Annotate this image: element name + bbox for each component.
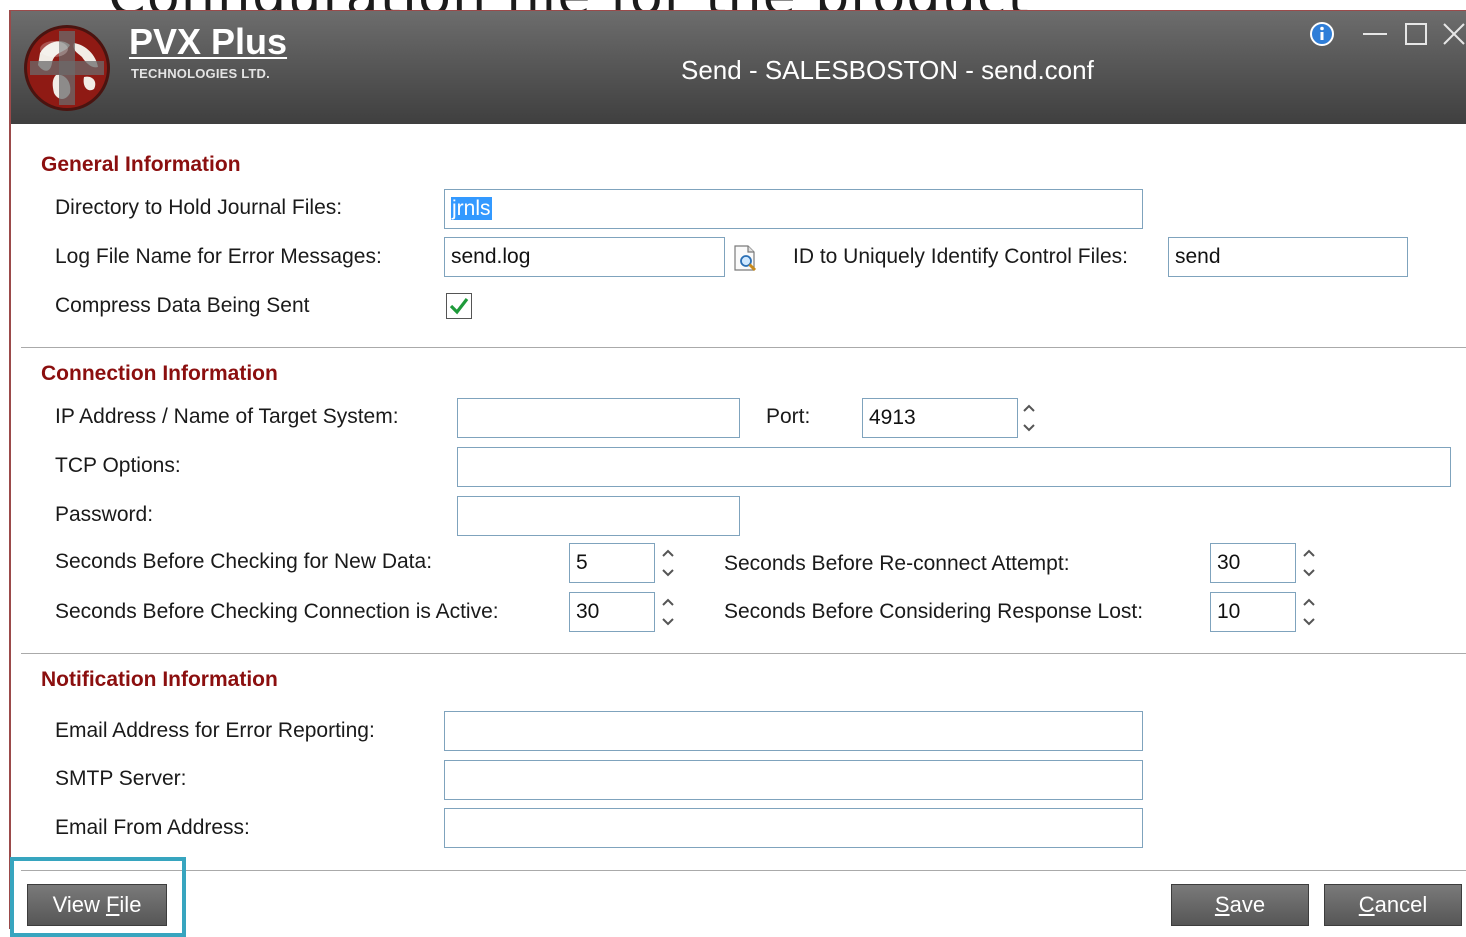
smtp-label: SMTP Server: <box>55 767 187 790</box>
window-title: Send - SALESBOSTON - send.conf <box>681 55 1094 85</box>
close-icon[interactable] <box>1441 21 1466 47</box>
compress-label: Compress Data Being Sent <box>55 294 310 317</box>
port-spin-down-icon[interactable] <box>1018 418 1040 438</box>
new-data-spin-down-icon[interactable] <box>657 563 679 583</box>
response-lost-input[interactable] <box>1210 592 1296 632</box>
active-spinner[interactable] <box>657 592 679 632</box>
connection-section-title: Connection Information <box>41 362 278 385</box>
reconnect-label: Seconds Before Re-connect Attempt: <box>724 552 1070 575</box>
port-label: Port: <box>766 405 811 428</box>
ip-input[interactable] <box>457 398 740 438</box>
ip-label: IP Address / Name of Target System: <box>55 405 399 428</box>
smtp-input[interactable] <box>444 760 1143 800</box>
new-data-spinner[interactable] <box>657 543 679 583</box>
new-data-label: Seconds Before Checking for New Data: <box>55 550 433 573</box>
divider-notification <box>21 870 1466 871</box>
reconnect-spin-down-icon[interactable] <box>1298 563 1320 583</box>
response-lost-spin-up-icon[interactable] <box>1298 592 1320 612</box>
log-file-label: Log File Name for Error Messages: <box>55 245 382 268</box>
port-input[interactable] <box>862 398 1018 438</box>
from-input[interactable] <box>444 808 1143 848</box>
response-lost-spin-down-icon[interactable] <box>1298 612 1320 632</box>
reconnect-spinner[interactable] <box>1298 543 1320 583</box>
journal-dir-label: Directory to Hold Journal Files: <box>55 196 343 219</box>
from-label: Email From Address: <box>55 816 250 839</box>
divider-general <box>21 347 1466 348</box>
email-input[interactable] <box>444 711 1143 751</box>
title-bar: PVX Plus TECHNOLOGIES LTD. Send - SALESB… <box>11 11 1466 124</box>
port-spinner[interactable] <box>1018 398 1040 438</box>
journal-dir-value: jrnls <box>451 197 492 220</box>
tcp-input[interactable] <box>457 447 1451 487</box>
notification-section-title: Notification Information <box>41 668 278 691</box>
active-label: Seconds Before Checking Connection is Ac… <box>55 600 499 623</box>
journal-dir-input[interactable]: jrnls <box>444 189 1143 229</box>
password-input[interactable] <box>457 496 740 536</box>
email-label: Email Address for Error Reporting: <box>55 719 375 742</box>
check-mark-icon <box>449 298 469 315</box>
highlight-box <box>10 857 186 937</box>
browse-file-icon[interactable] <box>730 243 760 273</box>
info-icon[interactable] <box>1309 21 1335 47</box>
active-input[interactable] <box>569 592 655 632</box>
divider-connection <box>21 653 1466 654</box>
cancel-label-post: ancel <box>1374 892 1428 917</box>
reconnect-input[interactable] <box>1210 543 1296 583</box>
general-section-title: General Information <box>41 153 241 176</box>
logo-name: PVX Plus <box>129 21 288 62</box>
save-button[interactable]: Save <box>1171 884 1309 926</box>
control-id-input[interactable] <box>1168 237 1408 277</box>
cancel-label-key: C <box>1358 892 1375 917</box>
response-lost-spinner[interactable] <box>1298 592 1320 632</box>
maximize-icon[interactable] <box>1403 21 1429 47</box>
new-data-input[interactable] <box>569 543 655 583</box>
port-spin-up-icon[interactable] <box>1018 398 1040 418</box>
logo-subtitle: TECHNOLOGIES LTD. <box>131 66 270 81</box>
new-data-spin-up-icon[interactable] <box>657 543 679 563</box>
pvx-globe-logo-icon <box>24 25 110 111</box>
tcp-label: TCP Options: <box>55 454 181 477</box>
save-label-post: ave <box>1229 892 1266 917</box>
minimize-icon[interactable] <box>1361 21 1389 47</box>
save-label-key: S <box>1214 892 1230 917</box>
compress-checkbox[interactable] <box>446 293 472 319</box>
active-spin-up-icon[interactable] <box>657 592 679 612</box>
active-spin-down-icon[interactable] <box>657 612 679 632</box>
password-label: Password: <box>55 503 154 526</box>
control-id-label: ID to Uniquely Identify Control Files: <box>793 245 1128 268</box>
response-lost-label: Seconds Before Considering Response Lost… <box>724 600 1144 623</box>
send-config-window: PVX Plus TECHNOLOGIES LTD. Send - SALESB… <box>9 10 1466 929</box>
reconnect-spin-up-icon[interactable] <box>1298 543 1320 563</box>
cancel-button[interactable]: Cancel <box>1324 884 1462 926</box>
log-file-input[interactable] <box>444 237 725 277</box>
